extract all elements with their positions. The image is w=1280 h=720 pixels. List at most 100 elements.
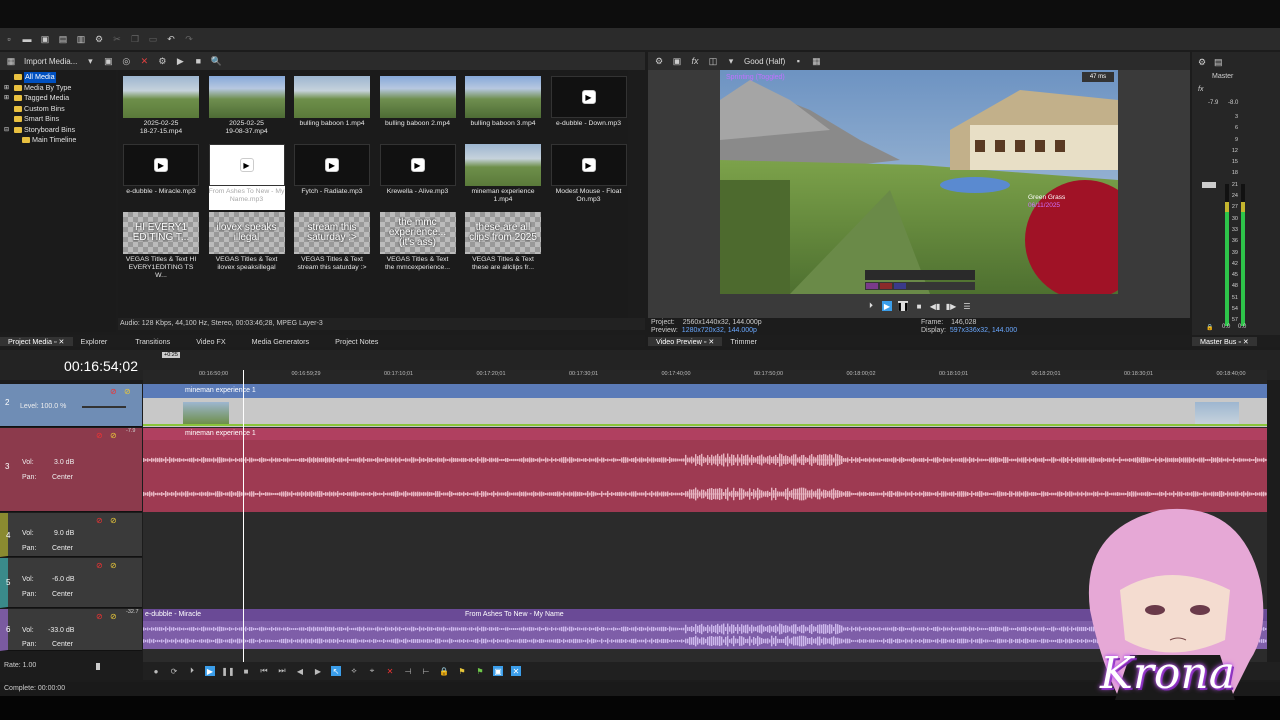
track-solo-icon[interactable]: ⊘ xyxy=(110,431,117,440)
master-fx-icon[interactable]: fx xyxy=(1198,86,1203,93)
master-settings-icon[interactable]: ⚙ xyxy=(1198,57,1206,68)
trim-icon[interactable]: ⊣ xyxy=(403,666,413,676)
play-icon[interactable]: ▶ xyxy=(882,301,892,311)
region-icon[interactable]: ⚑ xyxy=(475,666,485,676)
media-tile[interactable]: ▶ Fytch - Radiate.mp3 xyxy=(294,144,370,210)
media-tile[interactable]: ilovex speaks illegal VEGAS Titles & Text… xyxy=(209,212,285,278)
properties-icon[interactable]: ▥ xyxy=(76,34,86,44)
track-header-4[interactable]: 4 Vol: 9.0 dB Pan: Center ⊘ ⊘ xyxy=(0,513,142,557)
split-icon[interactable]: ⊢ xyxy=(421,666,431,676)
record-icon[interactable]: ● xyxy=(151,666,161,676)
video-fx-icon[interactable]: fx xyxy=(690,56,700,66)
media-tile[interactable]: 2025-02-25 18-27-15.mp4 xyxy=(123,76,199,142)
tab-project-media[interactable]: Project Media ▫ ✕ xyxy=(0,336,73,346)
tab-project-notes[interactable]: Project Notes xyxy=(317,337,386,346)
media-tile[interactable]: ▶ Modest Mouse - Float On.mp3 xyxy=(550,144,627,210)
zoom-icon[interactable]: 🔍 xyxy=(211,56,222,66)
track-header-audio-3[interactable]: 3 Vol: 3.0 dB Pan: Center -7.9 ⊘ ⊘ xyxy=(0,428,142,512)
lock-icon[interactable]: 🔒 xyxy=(1206,324,1213,331)
auto-ripple-icon[interactable]: ⌖ xyxy=(367,666,377,676)
track-mute-icon[interactable]: ⊘ xyxy=(96,561,103,570)
prev-frame-icon[interactable]: ◀ xyxy=(295,666,305,676)
marker-icon[interactable]: ⚑ xyxy=(457,666,467,676)
media-tile[interactable]: these are all clips from 2025 VEGAS Title… xyxy=(465,212,541,278)
rate-slider-handle[interactable] xyxy=(96,663,100,670)
track-mute-icon[interactable]: ⊘ xyxy=(110,387,117,396)
open-folder-icon[interactable]: ▬ xyxy=(22,34,32,44)
prev-frame-icon[interactable]: ◀▮ xyxy=(930,301,941,311)
edit-tool-icon[interactable]: ↖ xyxy=(331,666,341,676)
tab-trimmer[interactable]: Trimmer xyxy=(722,337,764,346)
next-frame-icon[interactable]: ▮▶ xyxy=(946,301,957,311)
redo-icon[interactable]: ↷ xyxy=(184,34,194,44)
snap-icon[interactable]: ⟡ xyxy=(349,666,359,676)
snapshot-icon[interactable]: ▦ xyxy=(811,56,821,66)
tab-transitions[interactable]: Transitions xyxy=(115,337,178,346)
track-header-5[interactable]: 5 Vol: -6.0 dB Pan: Center ⊘ ⊘ xyxy=(0,558,142,608)
pause-icon[interactable]: ❚❚ xyxy=(896,301,910,311)
import-media-button[interactable]: Import Media... xyxy=(24,57,77,66)
play-icon[interactable]: ▶ xyxy=(175,56,185,66)
media-tile[interactable]: HI EVERY1 EDITING T... VEGAS Titles & Tex… xyxy=(123,212,199,279)
track-mute-icon[interactable]: ⊘ xyxy=(96,516,103,525)
track-header-video[interactable]: 2 Level: 100.0 % ⊘ ⊘ xyxy=(0,384,142,427)
crossfade-icon[interactable]: ✕ xyxy=(511,666,521,676)
master-properties-icon[interactable]: ▤ xyxy=(1214,57,1223,68)
remove-icon[interactable]: ✕ xyxy=(139,56,149,66)
timeline-ruler[interactable]: 00:16:50;00 00:16:59;29 00:17:10;01 00:17:2… xyxy=(143,370,1267,384)
save-icon[interactable]: ▣ xyxy=(40,34,50,44)
track-mute-icon[interactable]: ⊘ xyxy=(96,612,103,621)
media-tile[interactable]: ▶ From Ashes To New - My Name.mp3 xyxy=(208,144,285,210)
go-start-icon[interactable]: ⏮ xyxy=(259,666,269,676)
video-clip[interactable] xyxy=(143,384,1267,398)
more-icon[interactable]: ☰ xyxy=(962,301,972,311)
delete-icon[interactable]: ✕ xyxy=(385,666,395,676)
preview-settings-icon[interactable]: ⚙ xyxy=(654,56,664,66)
loop-icon[interactable]: ⟳ xyxy=(169,666,179,676)
loop-region-marker[interactable]: +0:25 xyxy=(162,352,180,358)
master-fader-handle[interactable] xyxy=(1202,182,1216,188)
media-tile[interactable]: mineman experience 1.mp4 xyxy=(465,144,541,210)
tree-item-media-by-type[interactable]: ⊞ Media By Type xyxy=(0,83,116,94)
new-icon[interactable]: ▫ xyxy=(4,34,14,44)
settings-gear-icon[interactable]: ⚙ xyxy=(94,34,104,44)
cut-icon[interactable]: ✂ xyxy=(112,34,122,44)
media-tile[interactable]: the mmc experience... (it's ass) VEGAS Ti… xyxy=(380,212,456,278)
pause-icon[interactable]: ❚❚ xyxy=(221,666,234,676)
tab-explorer[interactable]: Explorer xyxy=(73,337,116,346)
lock-envelope-icon[interactable]: 🔒 xyxy=(439,666,449,676)
tab-video-preview[interactable]: Video Preview ▫ ✕ xyxy=(648,336,723,346)
go-end-icon[interactable]: ⏭ xyxy=(277,666,287,676)
stop-icon[interactable]: ■ xyxy=(241,666,251,676)
play-icon[interactable]: ▶ xyxy=(205,666,215,676)
audio-clip[interactable] xyxy=(143,428,1267,440)
tree-item-main-timeline[interactable]: Main Timeline xyxy=(0,135,116,146)
media-tile[interactable]: ▶ e-dubble - Down.mp3 xyxy=(550,76,627,142)
media-tile[interactable]: stream this saturday :> VEGAS Titles & Te… xyxy=(294,212,370,278)
playhead[interactable] xyxy=(243,370,244,662)
overlays-icon[interactable]: ▪ xyxy=(793,56,803,66)
tree-item-custom-bins[interactable]: Custom Bins xyxy=(0,104,116,115)
media-tile[interactable]: bulling baboon 2.mp4 xyxy=(379,76,456,142)
tab-media-generators[interactable]: Media Generators xyxy=(234,337,318,346)
tab-master-bus[interactable]: Master Bus ▫ ✕ xyxy=(1192,336,1257,346)
split-screen-icon[interactable]: ◫ xyxy=(708,56,718,66)
get-media-icon[interactable]: ◎ xyxy=(121,56,131,66)
track-header-6[interactable]: 6 Vol: -33.0 dB Pan: Center -32.7 ⊘ ⊘ xyxy=(0,609,142,651)
tree-item-tagged-media[interactable]: ⊞ Tagged Media xyxy=(0,93,116,104)
media-tile[interactable]: ▶ e-dubble - Miracle.mp3 xyxy=(123,144,199,210)
track-solo-icon[interactable]: ⊘ xyxy=(124,387,131,396)
capture-icon[interactable]: ▣ xyxy=(103,56,113,66)
track-solo-icon[interactable]: ⊘ xyxy=(110,561,117,570)
track-mute-icon[interactable]: ⊘ xyxy=(96,431,103,440)
tree-item-smart-bins[interactable]: Smart Bins xyxy=(0,114,116,125)
grouping-icon[interactable]: ▣ xyxy=(493,666,503,676)
undo-icon[interactable]: ↶ xyxy=(166,34,176,44)
media-tile[interactable]: ▶ Krewella - Alive.mp3 xyxy=(379,144,456,210)
tab-video-fx[interactable]: Video FX xyxy=(178,337,233,346)
next-frame-icon[interactable]: ▶ xyxy=(313,666,323,676)
media-tile[interactable]: bulling baboon 1.mp4 xyxy=(294,76,370,142)
tree-item-storyboard-bins[interactable]: ⊟ Storyboard Bins xyxy=(0,125,116,136)
copy-icon[interactable]: ❐ xyxy=(130,34,140,44)
stop-icon[interactable]: ■ xyxy=(914,301,924,311)
